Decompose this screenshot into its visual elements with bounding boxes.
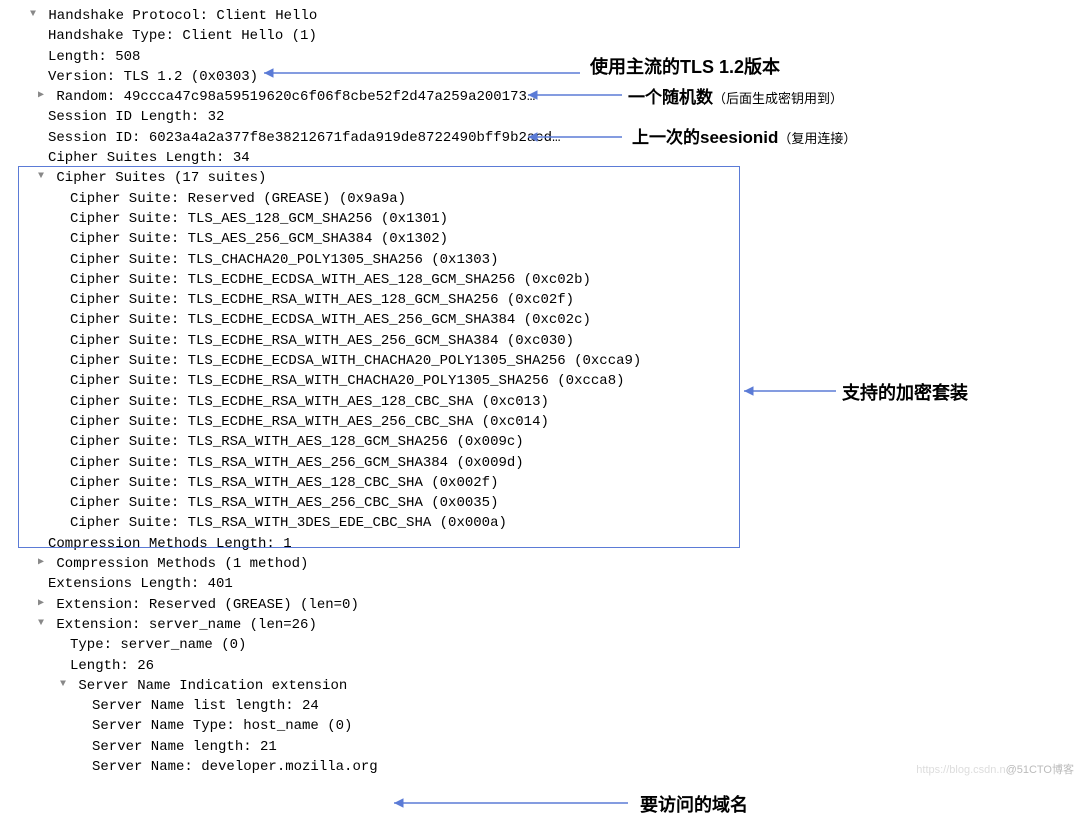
label: Server Name Type: host_name (0) bbox=[92, 718, 352, 734]
annotation-tls-version: 使用主流的TLS 1.2版本 bbox=[590, 54, 780, 80]
annotation-random: 一个随机数（后面生成密钥用到） bbox=[628, 86, 843, 111]
label: Cipher Suite: TLS_AES_256_GCM_SHA384 (0x… bbox=[70, 231, 448, 247]
annotation-cipher-suites: 支持的加密套装 bbox=[842, 380, 968, 406]
label: Cipher Suite: TLS_CHACHA20_POLY1305_SHA2… bbox=[70, 252, 498, 268]
cipher-suite-row[interactable]: Cipher Suite: TLS_ECDHE_ECDSA_WITH_CHACH… bbox=[8, 351, 1074, 371]
label: Cipher Suite: TLS_ECDHE_ECDSA_WITH_AES_1… bbox=[70, 272, 591, 288]
cipher-suite-row[interactable]: Cipher Suite: TLS_RSA_WITH_3DES_EDE_CBC_… bbox=[8, 513, 1074, 533]
tree-row-session-id-length[interactable]: Session ID Length: 32 bbox=[8, 107, 1074, 127]
label: Cipher Suite: TLS_RSA_WITH_AES_128_GCM_S… bbox=[70, 434, 524, 450]
label: Type: server_name (0) bbox=[70, 637, 246, 653]
cipher-suite-row[interactable]: Cipher Suite: TLS_RSA_WITH_AES_256_CBC_S… bbox=[8, 493, 1074, 513]
cipher-suites-list: Cipher Suite: Reserved (GREASE) (0x9a9a)… bbox=[8, 189, 1074, 534]
label: Cipher Suite: TLS_RSA_WITH_AES_128_CBC_S… bbox=[70, 475, 498, 491]
cipher-suite-row[interactable]: Cipher Suite: TLS_ECDHE_ECDSA_WITH_AES_1… bbox=[8, 270, 1074, 290]
cipher-suite-row[interactable]: Cipher Suite: Reserved (GREASE) (0x9a9a) bbox=[8, 189, 1074, 209]
label: Version: TLS 1.2 (0x0303) bbox=[48, 69, 258, 85]
tree-row-server-name-length[interactable]: Server Name length: 21 bbox=[8, 737, 1074, 757]
label: Cipher Suite: TLS_ECDHE_RSA_WITH_AES_128… bbox=[70, 394, 549, 410]
chevron-down-icon: ▼ bbox=[34, 170, 48, 185]
annotation-hostname: 要访问的域名 bbox=[640, 792, 748, 818]
label: Cipher Suite: TLS_AES_128_GCM_SHA256 (0x… bbox=[70, 211, 448, 227]
cipher-suite-row[interactable]: Cipher Suite: TLS_RSA_WITH_AES_256_GCM_S… bbox=[8, 453, 1074, 473]
label: Extensions Length: 401 bbox=[48, 576, 233, 592]
label: Length: 26 bbox=[70, 658, 154, 674]
label: Length: 508 bbox=[48, 49, 140, 65]
tree-row-sni-length[interactable]: Length: 26 bbox=[8, 656, 1074, 676]
tree-row-cipher-suites[interactable]: ▼ Cipher Suites (17 suites) bbox=[0, 168, 1074, 188]
label: Cipher Suite: TLS_ECDHE_RSA_WITH_AES_128… bbox=[70, 292, 574, 308]
chevron-right-icon: ▶ bbox=[34, 556, 48, 571]
cipher-suite-row[interactable]: Cipher Suite: TLS_RSA_WITH_AES_128_CBC_S… bbox=[8, 473, 1074, 493]
tree-row-compression-methods[interactable]: ▶ Compression Methods (1 method) bbox=[0, 554, 1074, 574]
chevron-down-icon: ▼ bbox=[34, 617, 48, 632]
label: Cipher Suite: TLS_ECDHE_ECDSA_WITH_AES_2… bbox=[70, 312, 591, 328]
cipher-suite-row[interactable]: Cipher Suite: TLS_RSA_WITH_AES_128_GCM_S… bbox=[8, 432, 1074, 452]
label: Cipher Suites (17 suites) bbox=[56, 170, 266, 186]
label: Cipher Suite: TLS_ECDHE_RSA_WITH_AES_256… bbox=[70, 414, 549, 430]
tree-row-extension-server-name[interactable]: ▼ Extension: server_name (len=26) bbox=[0, 615, 1074, 635]
cipher-suite-row[interactable]: Cipher Suite: TLS_CHACHA20_POLY1305_SHA2… bbox=[8, 250, 1074, 270]
label: Session ID Length: 32 bbox=[48, 109, 224, 125]
tree-row-extension-grease[interactable]: ▶ Extension: Reserved (GREASE) (len=0) bbox=[0, 595, 1074, 615]
watermark: https://blog.csdn.n@51CTO博客 bbox=[916, 763, 1074, 779]
cipher-suite-row[interactable]: Cipher Suite: TLS_ECDHE_RSA_WITH_AES_256… bbox=[8, 412, 1074, 432]
cipher-suite-row[interactable]: Cipher Suite: TLS_AES_128_GCM_SHA256 (0x… bbox=[8, 209, 1074, 229]
tree-row-extensions-length[interactable]: Extensions Length: 401 bbox=[8, 574, 1074, 594]
label: Extension: server_name (len=26) bbox=[56, 617, 316, 633]
cipher-suite-row[interactable]: Cipher Suite: TLS_ECDHE_ECDSA_WITH_AES_2… bbox=[8, 310, 1074, 330]
cipher-suite-row[interactable]: Cipher Suite: TLS_ECDHE_RSA_WITH_AES_128… bbox=[8, 290, 1074, 310]
label: Session ID: 6023a4a2a377f8e38212671fada9… bbox=[48, 130, 560, 146]
tree-row-server-name-type[interactable]: Server Name Type: host_name (0) bbox=[8, 716, 1074, 736]
label: Server Name length: 21 bbox=[92, 739, 277, 755]
label: Cipher Suite: TLS_RSA_WITH_AES_256_CBC_S… bbox=[70, 495, 498, 511]
chevron-down-icon: ▼ bbox=[56, 678, 70, 693]
tree-row-handshake-type[interactable]: Handshake Type: Client Hello (1) bbox=[8, 26, 1074, 46]
chevron-right-icon: ▶ bbox=[34, 89, 48, 104]
label: Server Name: developer.mozilla.org bbox=[92, 759, 378, 775]
label: Cipher Suite: Reserved (GREASE) (0x9a9a) bbox=[70, 191, 406, 207]
tree-row-session-id[interactable]: Session ID: 6023a4a2a377f8e38212671fada9… bbox=[8, 128, 1074, 148]
tree-row-handshake-protocol[interactable]: ▼ Handshake Protocol: Client Hello bbox=[8, 6, 1074, 26]
chevron-right-icon: ▶ bbox=[34, 597, 48, 612]
label: Extension: Reserved (GREASE) (len=0) bbox=[56, 597, 358, 613]
tree-row-length[interactable]: Length: 508 bbox=[8, 47, 1074, 67]
tree-row-server-name-list-length[interactable]: Server Name list length: 24 bbox=[8, 696, 1074, 716]
tree-row-compression-methods-length[interactable]: Compression Methods Length: 1 bbox=[8, 534, 1074, 554]
tree-row-random[interactable]: ▶ Random: 49ccca47c98a59519620c6f06f8cbe… bbox=[0, 87, 1074, 107]
label: Cipher Suite: TLS_RSA_WITH_3DES_EDE_CBC_… bbox=[70, 515, 507, 531]
label: Handshake Protocol: Client Hello bbox=[48, 8, 317, 24]
tree-row-cipher-suites-length[interactable]: Cipher Suites Length: 34 bbox=[8, 148, 1074, 168]
cipher-suite-row[interactable]: Cipher Suite: TLS_ECDHE_RSA_WITH_AES_256… bbox=[8, 331, 1074, 351]
label: Random: 49ccca47c98a59519620c6f06f8cbe52… bbox=[56, 89, 535, 105]
label: Cipher Suite: TLS_ECDHE_RSA_WITH_CHACHA2… bbox=[70, 373, 625, 389]
tree-row-server-name[interactable]: Server Name: developer.mozilla.org bbox=[8, 757, 1074, 777]
cipher-suite-row[interactable]: Cipher Suite: TLS_AES_256_GCM_SHA384 (0x… bbox=[8, 229, 1074, 249]
label: Cipher Suite: TLS_ECDHE_ECDSA_WITH_CHACH… bbox=[70, 353, 641, 369]
label: Cipher Suites Length: 34 bbox=[48, 150, 250, 166]
label: Handshake Type: Client Hello (1) bbox=[48, 28, 317, 44]
chevron-down-icon: ▼ bbox=[26, 8, 40, 23]
label: Cipher Suite: TLS_RSA_WITH_AES_256_GCM_S… bbox=[70, 455, 524, 471]
tree-row-version[interactable]: Version: TLS 1.2 (0x0303) bbox=[8, 67, 1074, 87]
tree-row-sni-type[interactable]: Type: server_name (0) bbox=[8, 635, 1074, 655]
tree-row-sni-extension[interactable]: ▼ Server Name Indication extension bbox=[0, 676, 1074, 696]
arrow-hostname bbox=[390, 796, 630, 810]
label: Server Name list length: 24 bbox=[92, 698, 319, 714]
label: Compression Methods Length: 1 bbox=[48, 536, 292, 552]
label: Compression Methods (1 method) bbox=[56, 556, 308, 572]
annotation-session-id: 上一次的seesionid（复用连接） bbox=[632, 126, 856, 151]
label: Server Name Indication extension bbox=[78, 678, 347, 694]
label: Cipher Suite: TLS_ECDHE_RSA_WITH_AES_256… bbox=[70, 333, 574, 349]
